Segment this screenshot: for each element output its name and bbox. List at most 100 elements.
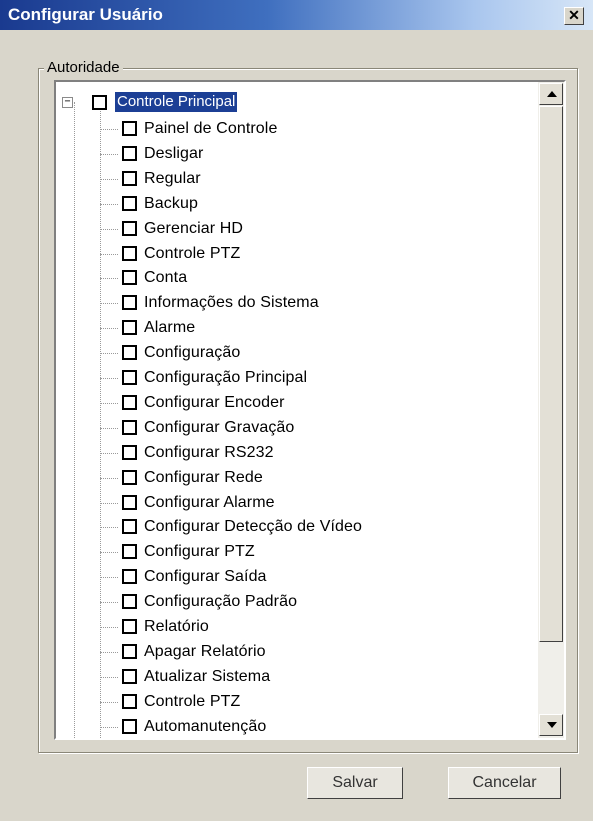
- permission-checkbox[interactable]: [122, 569, 137, 585]
- tree-root-line: [74, 102, 75, 738]
- permission-checkbox[interactable]: [122, 195, 137, 211]
- permission-label: Conta: [144, 269, 188, 287]
- tree-connector: [100, 701, 118, 703]
- tree-item[interactable]: Automanutenção: [100, 716, 530, 738]
- tree-item[interactable]: Informações do Sistema: [100, 292, 530, 316]
- arrow-up-icon: [547, 91, 557, 97]
- tree-item[interactable]: Atualizar Sistema: [100, 666, 530, 690]
- tree-connector: [100, 402, 118, 404]
- scrollbar-thumb[interactable]: [539, 106, 563, 642]
- collapse-icon[interactable]: −: [62, 97, 73, 108]
- tree-connector: [100, 228, 118, 230]
- scroll-down-button[interactable]: [539, 714, 563, 736]
- permission-checkbox[interactable]: [122, 145, 137, 161]
- tree-connector: [100, 726, 118, 728]
- permission-checkbox[interactable]: [122, 320, 137, 336]
- tree-item[interactable]: Alarme: [100, 317, 530, 341]
- tree-item[interactable]: Configurar Detecção de Vídeo: [100, 516, 530, 540]
- permission-label: Desligar: [144, 144, 204, 162]
- tree-item[interactable]: Conta: [100, 267, 530, 291]
- permission-checkbox[interactable]: [122, 494, 137, 510]
- scroll-up-button[interactable]: [539, 83, 563, 105]
- permission-label: Backup: [144, 194, 198, 212]
- permission-checkbox[interactable]: [122, 394, 137, 410]
- tree-item[interactable]: Gerenciar HD: [100, 218, 530, 242]
- configure-user-dialog: Configurar Usuário ✕ Autoridade − Contro…: [0, 0, 593, 821]
- permission-tree-viewport: − Controle Principal Painel de Controle D…: [56, 82, 538, 738]
- arrow-down-icon: [547, 722, 557, 728]
- permission-checkbox[interactable]: [122, 295, 137, 311]
- permission-checkbox[interactable]: [122, 270, 137, 286]
- permission-checkbox[interactable]: [122, 693, 137, 709]
- tree-item[interactable]: Regular: [100, 168, 530, 192]
- tree-item[interactable]: Configurar Encoder: [100, 392, 530, 416]
- permission-checkbox[interactable]: [122, 121, 137, 136]
- tree-connector: [100, 676, 118, 678]
- permission-checkbox[interactable]: [122, 519, 137, 535]
- tree-root-label[interactable]: Controle Principal: [115, 92, 238, 112]
- tree-connector: [100, 577, 118, 579]
- permission-checkbox[interactable]: [122, 544, 137, 560]
- permission-label: Configurar Detecção de Vídeo: [144, 518, 363, 536]
- permission-label: Configuração Principal: [144, 369, 308, 386]
- tree-item[interactable]: Desligar: [100, 143, 530, 167]
- tree-item[interactable]: Controle PTZ: [100, 691, 530, 715]
- permission-label: Configurar Alarme: [144, 493, 275, 511]
- permission-label: Configurar PTZ: [144, 543, 255, 561]
- permission-label: Configuração Padrão: [144, 593, 298, 611]
- permission-checkbox[interactable]: [122, 419, 137, 435]
- permission-label: Informações do Sistema: [144, 294, 319, 312]
- permission-checkbox[interactable]: [122, 718, 137, 734]
- tree-connector: [100, 502, 118, 504]
- save-button[interactable]: Salvar: [307, 767, 403, 799]
- tree-item[interactable]: Backup: [100, 193, 530, 217]
- permission-checkbox[interactable]: [122, 619, 137, 634]
- window-title: Configurar Usuário: [8, 5, 163, 24]
- permission-label: Alarme: [144, 319, 196, 337]
- close-button[interactable]: ✕: [564, 7, 584, 25]
- tree-item[interactable]: Configurar Alarme: [100, 492, 530, 516]
- tree-scrollbar[interactable]: [538, 82, 564, 738]
- permission-checkbox[interactable]: [122, 444, 137, 460]
- tree-connector: [100, 129, 118, 130]
- permission-checkbox[interactable]: [122, 220, 137, 236]
- close-icon: ✕: [568, 7, 580, 23]
- permission-label: Atualizar Sistema: [144, 667, 271, 685]
- permission-label: Automanutenção: [144, 717, 267, 735]
- tree-connector: [100, 303, 118, 305]
- permission-checkbox[interactable]: [122, 170, 137, 186]
- tree-connector: [100, 328, 118, 330]
- tree-item[interactable]: Painel de Controle: [100, 118, 530, 142]
- permission-label: Gerenciar HD: [144, 219, 244, 237]
- permission-checkbox[interactable]: [122, 345, 137, 361]
- tree-item[interactable]: Configurar Gravação: [100, 417, 530, 441]
- title-bar[interactable]: Configurar Usuário ✕: [0, 0, 593, 30]
- tree-item[interactable]: Configurar Rede: [100, 467, 530, 491]
- permission-checkbox[interactable]: [122, 370, 137, 385]
- tree-item[interactable]: Configurar RS232: [100, 442, 530, 466]
- permission-label: Configurar Encoder: [144, 393, 285, 411]
- permission-checkbox[interactable]: [122, 594, 137, 610]
- tree-connector: [100, 427, 118, 429]
- tree-connector: [100, 552, 118, 554]
- tree-connector: [100, 627, 118, 628]
- tree-item[interactable]: Configurar PTZ: [100, 541, 530, 565]
- tree-item[interactable]: Configuração Padrão: [100, 591, 530, 615]
- tree-item[interactable]: Configuração Principal: [100, 367, 530, 391]
- cancel-button[interactable]: Cancelar: [448, 767, 561, 799]
- permission-label: Painel de Controle: [144, 120, 278, 137]
- tree-item[interactable]: Configuração: [100, 342, 530, 366]
- permission-tree: − Controle Principal Painel de Controle D…: [54, 80, 566, 740]
- root-checkbox[interactable]: [92, 95, 107, 110]
- tree-connector: [100, 253, 118, 255]
- tree-item[interactable]: Controle PTZ: [100, 243, 530, 267]
- tree-connector: [100, 477, 118, 479]
- permission-checkbox[interactable]: [122, 643, 137, 659]
- permission-checkbox[interactable]: [122, 668, 137, 684]
- permission-checkbox[interactable]: [122, 469, 137, 485]
- permission-label: Configuração: [144, 344, 241, 362]
- tree-item[interactable]: Configurar Saída: [100, 566, 530, 590]
- tree-item[interactable]: Apagar Relatório: [100, 641, 530, 665]
- tree-item[interactable]: Relatório: [100, 616, 530, 640]
- permission-checkbox[interactable]: [122, 245, 137, 261]
